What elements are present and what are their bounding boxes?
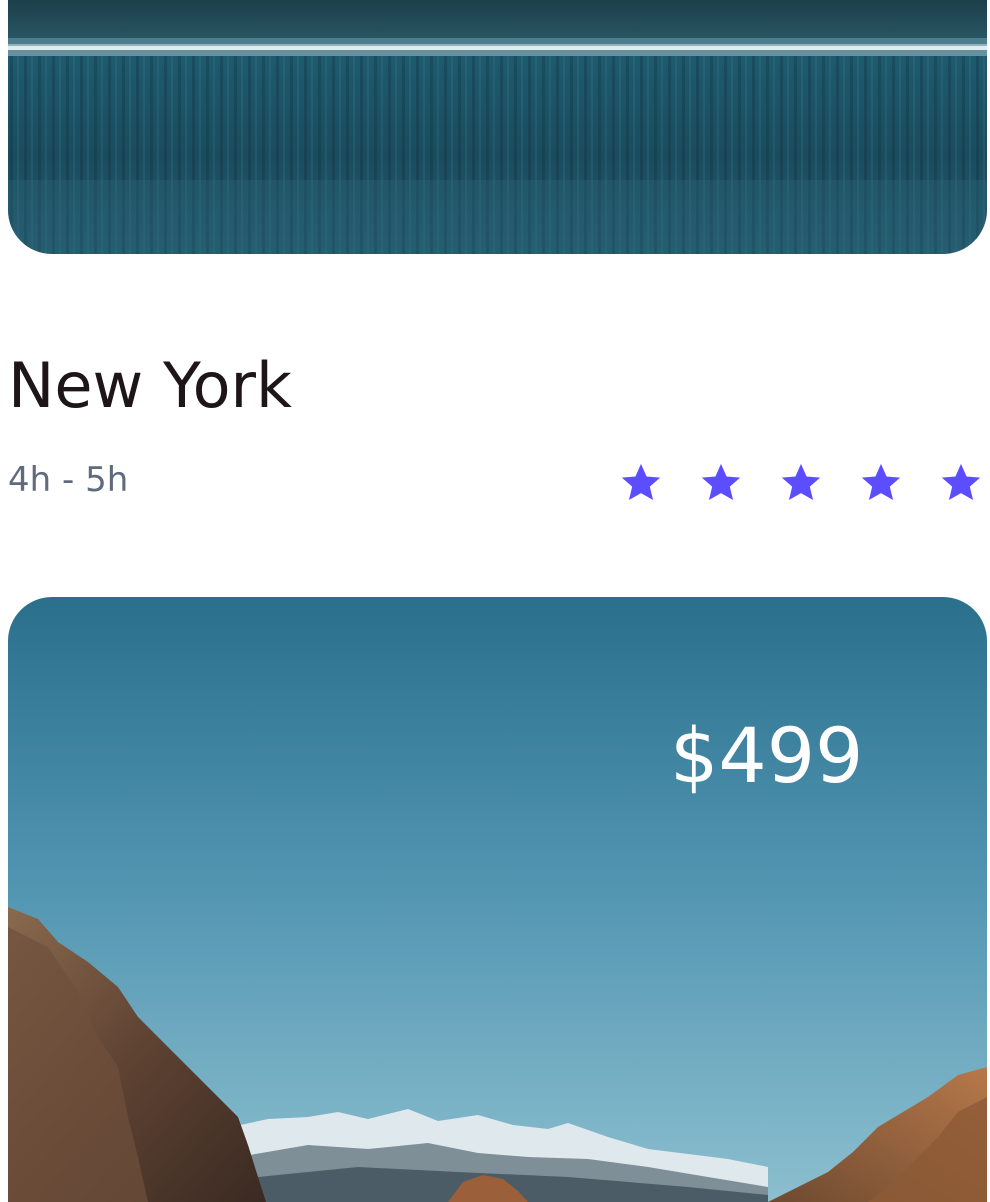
rating-stars xyxy=(600,458,990,508)
destination-title: New York xyxy=(8,349,292,422)
trip-duration: 4h - 5h xyxy=(8,460,129,500)
destination-image-mountains[interactable] xyxy=(8,597,987,1202)
star-icon xyxy=(698,460,744,506)
star-icon xyxy=(778,460,824,506)
price-label: $499 xyxy=(670,711,864,800)
star-icon xyxy=(618,460,664,506)
star-icon xyxy=(938,460,984,506)
star-icon xyxy=(858,460,904,506)
destination-image-lake[interactable] xyxy=(8,0,987,254)
